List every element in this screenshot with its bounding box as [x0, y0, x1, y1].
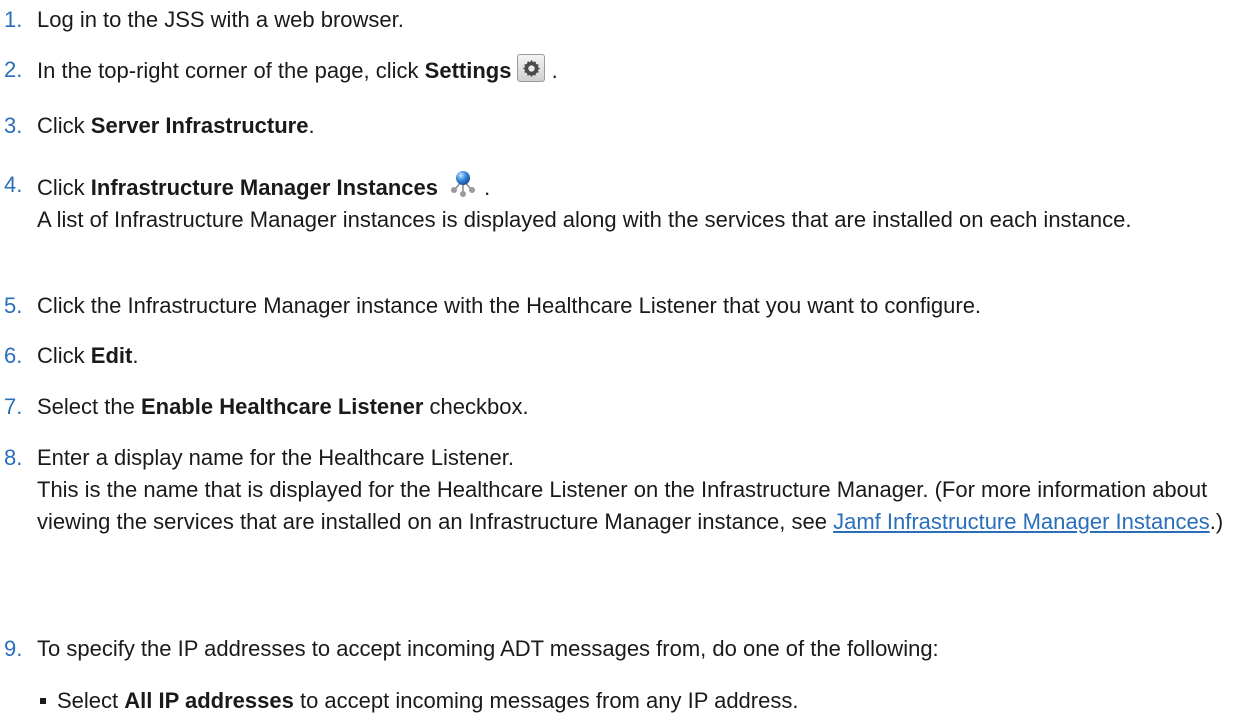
- step-detail-end: .): [1209, 509, 1224, 534]
- step-text: In the top-right corner of the page, cli…: [37, 58, 425, 83]
- step-9: 9. To specify the IP addresses to accept…: [0, 633, 939, 665]
- network-nodes-icon: [451, 171, 476, 197]
- edit-label: Edit: [90, 343, 133, 368]
- step-text-end: .: [478, 175, 491, 200]
- step-number: 6.: [4, 343, 23, 368]
- step-number: 1.: [4, 7, 23, 32]
- bullet-text-end: to accept incoming messages from any IP …: [293, 688, 799, 713]
- settings-label: Settings: [424, 58, 512, 83]
- infrastructure-manager-instances-label: Infrastructure Manager Instances: [90, 175, 439, 200]
- jamf-infrastructure-manager-instances-link[interactable]: Jamf Infrastructure Manager Instances: [833, 509, 1210, 534]
- step-text: Click the Infrastructure Manager instanc…: [37, 293, 982, 318]
- step-3: 3. Click Server Infrastructure.: [0, 110, 315, 142]
- step-number: 7.: [4, 394, 23, 419]
- step-number: 9.: [4, 636, 23, 661]
- step-text: Click: [37, 175, 91, 200]
- step-text: Enter a display name for the Healthcare …: [37, 445, 514, 470]
- bullet-text: Select: [57, 688, 125, 713]
- step-8: 8. Enter a display name for the Healthca…: [0, 442, 1227, 538]
- step-text-end: .: [545, 58, 558, 83]
- step-detail: A list of Infrastructure Manager instanc…: [37, 207, 1132, 232]
- step-number: 3.: [4, 113, 23, 138]
- step-text-end: checkbox.: [423, 394, 529, 419]
- bullet-marker: [40, 698, 46, 704]
- step-7: 7. Select the Enable Healthcare Listener…: [0, 391, 529, 423]
- step-number: 2.: [4, 57, 23, 82]
- step-1: 1. Log in to the JSS with a web browser.: [0, 4, 404, 36]
- step-2: 2. In the top-right corner of the page, …: [0, 54, 558, 87]
- step-number: 5.: [4, 293, 23, 318]
- server-infrastructure-label: Server Infrastructure: [90, 113, 309, 138]
- bullet-all-ip-addresses: Select All IP addresses to accept incomi…: [0, 685, 798, 717]
- step-6: 6. Click Edit.: [0, 340, 138, 372]
- gear-icon: [517, 54, 546, 82]
- step-text: Click: [37, 343, 91, 368]
- step-4: 4. Click Infrastructure Manager Instance…: [0, 169, 1227, 236]
- step-text-end: .: [308, 113, 315, 138]
- step-text: Log in to the JSS with a web browser.: [37, 7, 404, 32]
- step-5: 5. Click the Infrastructure Manager inst…: [0, 290, 981, 322]
- step-number: 8.: [4, 445, 23, 470]
- step-detail: This is the name that is displayed for t…: [37, 474, 1227, 538]
- step-text: Select the: [37, 394, 141, 419]
- all-ip-addresses-label: All IP addresses: [124, 688, 294, 713]
- step-text: Click: [37, 113, 91, 138]
- step-text: To specify the IP addresses to accept in…: [37, 636, 939, 661]
- step-number: 4.: [4, 172, 23, 197]
- step-text-end: .: [132, 343, 139, 368]
- enable-healthcare-listener-label: Enable Healthcare Listener: [140, 394, 424, 419]
